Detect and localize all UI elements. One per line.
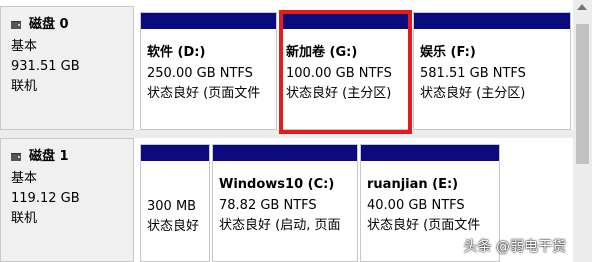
partition-size: 100.00 GB NTFS xyxy=(286,66,392,81)
disk-separator xyxy=(0,130,592,138)
partition-size: 250.00 GB NTFS xyxy=(147,66,253,81)
partition-system-reserved[interactable]: 300 MB 状态良好 xyxy=(140,144,210,262)
scroll-thumb[interactable] xyxy=(576,24,589,164)
partition-status: 状态良好 (启动, 页面 xyxy=(219,218,341,233)
partition-status: 状态良好 (主分区) xyxy=(420,86,526,101)
partition-size: 581.51 GB NTFS xyxy=(420,66,526,81)
partition-title: 新加卷 (G:) xyxy=(286,45,358,60)
disk-type: 基本 xyxy=(11,171,38,186)
scroll-up-icon[interactable] xyxy=(577,4,587,10)
partition-status: 状态良好 (页面文件 xyxy=(147,86,261,101)
vertical-scrollbar[interactable] xyxy=(573,0,592,262)
disk-icon xyxy=(11,153,21,161)
partition-title: 软件 (D:) xyxy=(147,45,206,60)
disk-0-partitions: 软件 (D:) 250.00 GB NTFS 状态良好 (页面文件 新加卷 (G… xyxy=(135,6,571,130)
partition-bar xyxy=(280,13,410,29)
partition-size: 300 MB xyxy=(147,199,197,214)
partition-status: 状态良好 (主分区) xyxy=(286,86,392,101)
partition-status: 状态良好 xyxy=(147,219,200,234)
disk-size: 931.51 GB xyxy=(11,59,80,74)
disk-status: 联机 xyxy=(11,79,38,94)
disk-name: 磁盘 1 xyxy=(29,149,69,164)
partition-g[interactable]: 新加卷 (G:) 100.00 GB NTFS 状态良好 (主分区) xyxy=(279,12,411,130)
partition-title: Windows10 (C:) xyxy=(219,177,335,192)
partition-title: 娱乐 (F:) xyxy=(420,45,476,60)
disk-name: 磁盘 0 xyxy=(29,17,69,32)
disk-status: 联机 xyxy=(11,211,38,226)
disk-0-label[interactable]: 磁盘 0 基本 931.51 GB 联机 xyxy=(0,6,134,130)
partition-f[interactable]: 娱乐 (F:) 581.51 GB NTFS 状态良好 (主分区) xyxy=(413,12,571,130)
partition-size: 40.00 GB NTFS xyxy=(367,198,465,213)
disk-size: 119.12 GB xyxy=(11,191,80,206)
partition-d[interactable]: 软件 (D:) 250.00 GB NTFS 状态良好 (页面文件 xyxy=(140,12,277,130)
disk-1-label[interactable]: 磁盘 1 基本 119.12 GB 联机 xyxy=(0,138,134,262)
partition-c[interactable]: Windows10 (C:) 78.82 GB NTFS 状态良好 (启动, 页… xyxy=(212,144,358,262)
partition-bar xyxy=(361,145,499,161)
disk-icon xyxy=(11,21,21,29)
partition-status: 状态良好 (页面文件 xyxy=(367,218,481,233)
partition-bar xyxy=(141,145,209,161)
partition-bar xyxy=(414,13,570,29)
partition-bar xyxy=(141,13,276,29)
partition-size: 78.82 GB NTFS xyxy=(219,198,317,213)
disk-type: 基本 xyxy=(11,39,38,54)
watermark: 头条 @弱电干货 xyxy=(463,239,566,255)
partition-title: ruanjian (E:) xyxy=(367,177,459,192)
partition-bar xyxy=(213,145,357,161)
